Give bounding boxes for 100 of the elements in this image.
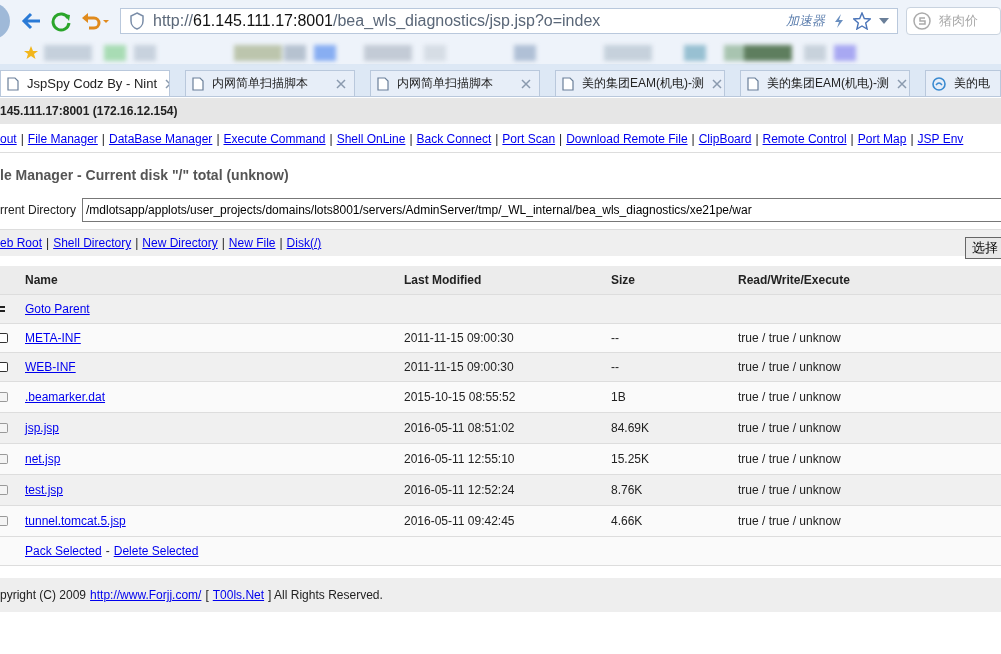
separator: | (329, 132, 333, 146)
browser-tab[interactable]: 美的集团EAM(机电)-测 (555, 70, 725, 96)
separator: | (559, 132, 563, 146)
page-icon (747, 76, 759, 91)
checkbox[interactable] (0, 362, 8, 372)
action-link[interactable]: Shell Directory (53, 236, 132, 250)
nav-link[interactable]: JSP Env (917, 132, 964, 146)
file-link[interactable]: test.jsp (25, 483, 63, 497)
separator: | (135, 236, 139, 250)
action-link[interactable]: New File (228, 236, 276, 250)
table-cell-text: 2011-11-15 09:00:30 (404, 360, 515, 374)
nav-link[interactable]: ClipBoard (698, 132, 752, 146)
separator: | (495, 132, 499, 146)
table-cell-text: 2016-05-11 12:52:24 (404, 483, 516, 497)
action-link[interactable]: Disk(/) (286, 236, 322, 250)
table-cell-text: true / true / unknow (738, 331, 842, 345)
column-header: Size (611, 273, 636, 287)
separator: | (101, 132, 105, 146)
page-icon (7, 76, 19, 91)
dropdown-caret-icon[interactable] (879, 18, 889, 24)
separator: - (105, 544, 110, 558)
lightning-icon[interactable] (833, 13, 845, 29)
directory-field[interactable]: /mdlotsapp/applots/user_projects/domains/lots8001/servers/AdminServer/tmp/_WL_internal/bea_wls_diagnostics/xe21pe/war (82, 198, 1001, 222)
table-cell-text: -- (611, 331, 620, 345)
checkbox[interactable] (0, 392, 8, 402)
action-link[interactable]: eb Root (0, 236, 43, 250)
undo-icon[interactable] (80, 10, 110, 32)
checkbox[interactable] (0, 454, 8, 464)
swirl-icon (932, 76, 946, 91)
browser-tab[interactable]: 内网简单扫描脚本 (185, 70, 355, 96)
nav-link[interactable]: Back Connect (416, 132, 492, 146)
folder-link[interactable]: WEB-INF (25, 360, 76, 374)
nav-link[interactable]: out (0, 132, 17, 146)
table-cell-text: 8.76K (611, 483, 644, 497)
star-icon[interactable] (853, 12, 871, 30)
table-cell-text: -- (611, 360, 620, 374)
table-cell-text: 2016-05-11 08:51:02 (404, 421, 516, 435)
footer-text: [ (205, 588, 209, 602)
nav-link[interactable]: Port Map (857, 132, 907, 146)
footer-link[interactable]: T00ls.Net (212, 588, 265, 602)
column-header: Read/Write/Execute (738, 273, 851, 287)
separator: | (850, 132, 854, 146)
separator: | (279, 236, 283, 250)
refresh-icon[interactable] (50, 10, 72, 32)
folder-link[interactable]: META-INF (25, 331, 81, 345)
separator: | (221, 236, 225, 250)
avatar-icon[interactable] (0, 3, 12, 39)
table-cell-text: 1B (611, 390, 627, 404)
table-cell-text: true / true / unknow (738, 452, 842, 466)
table-cell-text: 84.69K (611, 421, 651, 435)
file-link[interactable]: tunnel.tomcat.5.jsp (25, 514, 126, 528)
nav-link[interactable]: File Manager (27, 132, 98, 146)
file-link[interactable]: .beamarker.dat (25, 390, 106, 404)
favorites-star-icon[interactable] (24, 46, 38, 60)
checkbox[interactable] (0, 516, 8, 526)
table-cell-text: 2015-10-15 08:55:52 (404, 390, 517, 404)
server-address: 145.111.17:8001 (172.16.12.154) (0, 98, 1001, 124)
separator: | (755, 132, 759, 146)
select-button[interactable]: 选择 (965, 237, 1001, 259)
bulk-action-link[interactable]: Pack Selected (25, 544, 102, 558)
url-text: http://61.145.111.17:8001/bea_wls_diagnostics/jsp.jsp?o=index (153, 12, 602, 30)
parent-icon[interactable] (0, 306, 5, 312)
table-cell-text: 4.66K (611, 514, 644, 528)
checkbox[interactable] (0, 485, 8, 495)
page-icon (377, 76, 389, 91)
nav-link[interactable]: Download Remote File (566, 132, 688, 146)
nav-link[interactable]: DataBase Manager (108, 132, 213, 146)
nav-link[interactable]: Remote Control (762, 132, 847, 146)
file-link[interactable]: jsp.jsp (25, 421, 59, 435)
browser-tab[interactable]: 内网简单扫描脚本 (370, 70, 540, 96)
search-engine-icon[interactable] (913, 12, 931, 30)
separator: | (46, 236, 50, 250)
nav-link[interactable]: Port Scan (502, 132, 556, 146)
nav-link[interactable]: Shell OnLine (336, 132, 406, 146)
separator: | (910, 132, 914, 146)
checkbox[interactable] (0, 423, 8, 433)
back-icon[interactable] (20, 10, 42, 32)
table-cell-text: 2011-11-15 09:00:30 (404, 331, 515, 345)
separator: | (216, 132, 220, 146)
directory-label: rrent Directory (0, 203, 76, 217)
nav-link[interactable]: Execute Command (223, 132, 326, 146)
bulk-action-link[interactable]: Delete Selected (113, 544, 199, 558)
table-cell-text: true / true / unknow (738, 483, 842, 497)
table-cell-text: true / true / unknow (738, 390, 842, 404)
checkbox[interactable] (0, 333, 8, 343)
action-link[interactable]: New Directory (142, 236, 218, 250)
browser-tab[interactable]: 美的电 (925, 70, 1001, 96)
address-bar[interactable]: http://61.145.111.17:8001/bea_wls_diagnostics/jsp.jsp?o=index 加速器 (120, 8, 898, 34)
footer-link[interactable]: http://www.Forjj.com/ (90, 588, 202, 602)
parent-link[interactable]: Goto Parent (25, 302, 90, 316)
footer-text: pyright (C) 2009 (0, 588, 87, 602)
browser-tab[interactable]: JspSpy Codz By - Nint (0, 70, 170, 96)
footer-text: ] All Rights Reserved. (268, 588, 383, 602)
separator: | (691, 132, 695, 146)
shield-icon[interactable] (129, 12, 145, 30)
browser-tab[interactable]: 美的集团EAM(机电)-测 (740, 70, 910, 96)
accelerator-label[interactable]: 加速器 (786, 12, 825, 30)
column-header: Name (25, 273, 59, 287)
file-link[interactable]: net.jsp (25, 452, 61, 466)
page-icon (192, 76, 204, 91)
